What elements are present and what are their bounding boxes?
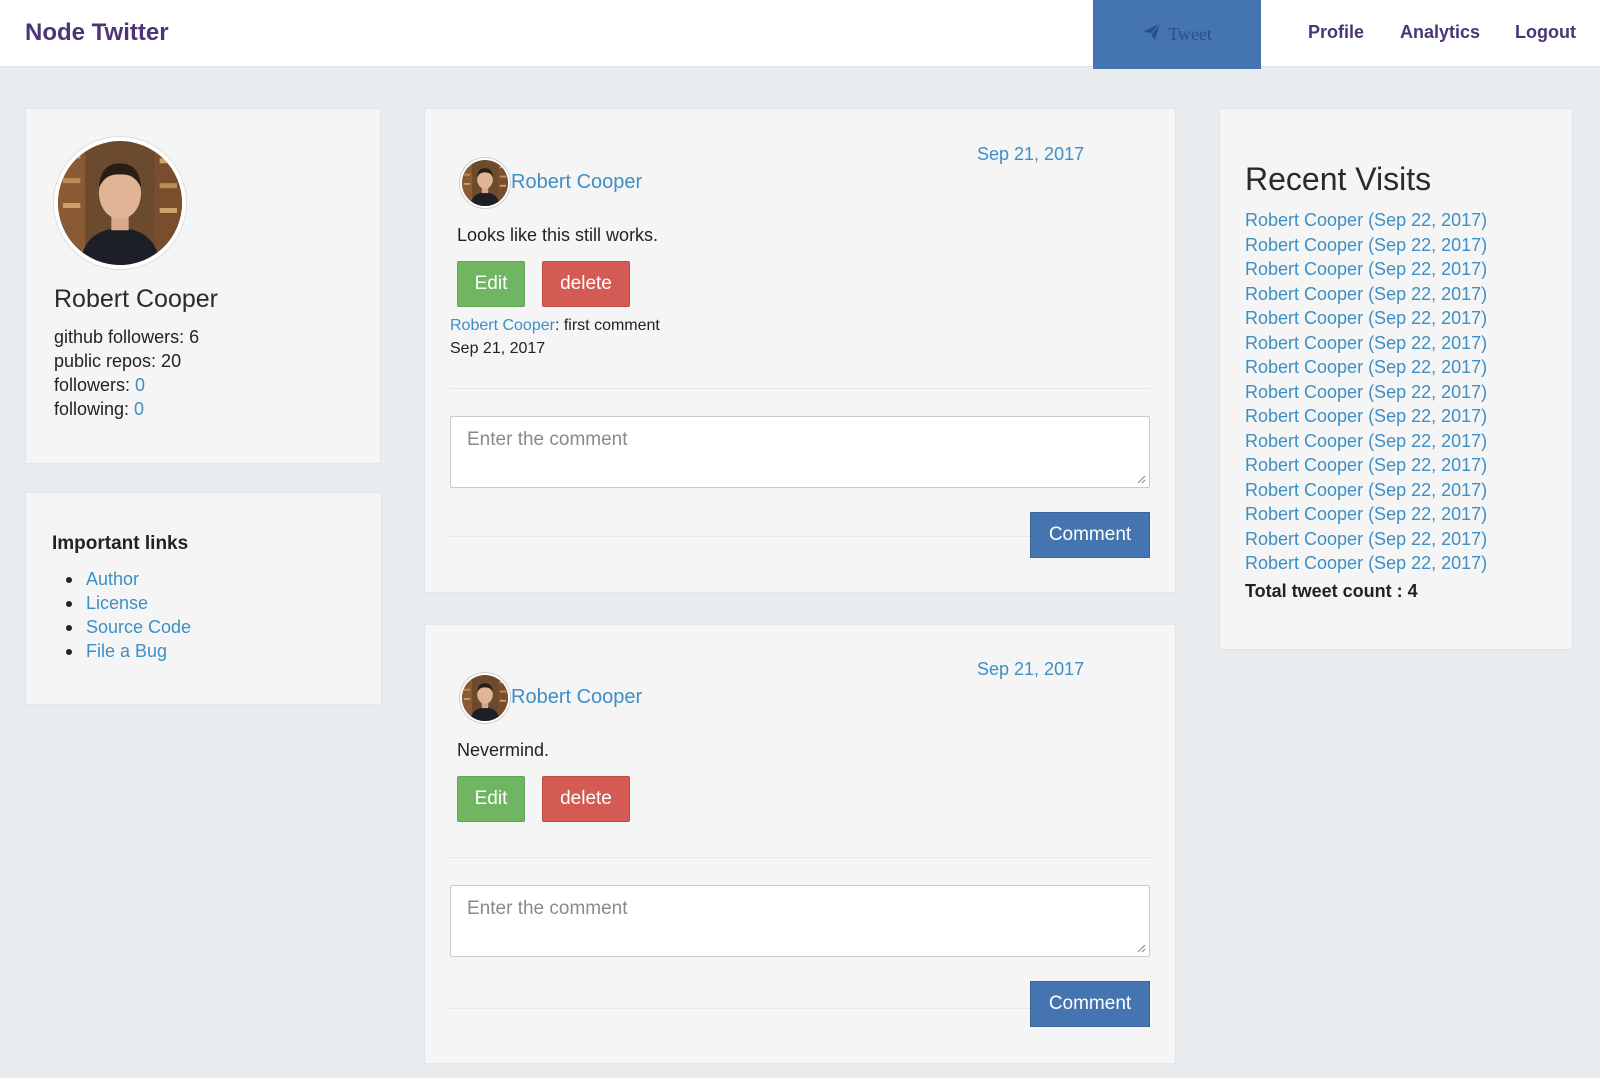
list-item: File a Bug: [65, 639, 191, 663]
recent-visit-link[interactable]: Robert Cooper (Sep 22, 2017): [1245, 453, 1487, 478]
tweet-button-label: Tweet: [1168, 24, 1212, 44]
nav-analytics-link[interactable]: Analytics: [1400, 22, 1480, 43]
tweet-text: Nevermind.: [457, 740, 550, 760]
tweet-card: Sep 21, 2017 Robert Cooper Nevermind. Ed…: [424, 624, 1176, 1064]
tweet-author-avatar: [460, 158, 510, 208]
source-code-link[interactable]: Source Code: [86, 617, 191, 637]
tweet-card: Sep 21, 2017 Robert Cooper Looks like th…: [424, 108, 1176, 593]
resize-grip-icon[interactable]: [1136, 474, 1146, 484]
profile-card: Robert Cooper github followers: 6 public…: [25, 108, 381, 464]
recent-visit-link[interactable]: Robert Cooper (Sep 22, 2017): [1245, 257, 1487, 282]
following-label: following:: [54, 399, 135, 419]
file-a-bug-link[interactable]: File a Bug: [86, 641, 167, 661]
list-item: Author: [65, 567, 191, 591]
license-link[interactable]: License: [86, 593, 148, 613]
comment-author-link[interactable]: Robert Cooper: [450, 317, 555, 334]
comment-button[interactable]: Comment: [1030, 981, 1150, 1027]
followers-stat: followers: 0: [54, 375, 145, 396]
list-item: License: [65, 591, 191, 615]
list-item: Source Code: [65, 615, 191, 639]
delete-button[interactable]: delete: [542, 776, 630, 822]
delete-button[interactable]: delete: [542, 261, 630, 307]
recent-visit-link[interactable]: Robert Cooper (Sep 22, 2017): [1245, 502, 1487, 527]
recent-visit-link[interactable]: Robert Cooper (Sep 22, 2017): [1245, 380, 1487, 405]
edit-button[interactable]: Edit: [457, 261, 525, 307]
recent-visit-link[interactable]: Robert Cooper (Sep 22, 2017): [1245, 478, 1487, 503]
nav-profile-link[interactable]: Profile: [1308, 22, 1364, 43]
total-tweet-count: Total tweet count : 4: [1245, 581, 1418, 601]
recent-visit-link[interactable]: Robert Cooper (Sep 22, 2017): [1245, 404, 1487, 429]
resize-grip-icon[interactable]: [1136, 943, 1146, 953]
recent-visit-link[interactable]: Robert Cooper (Sep 22, 2017): [1245, 208, 1487, 233]
recent-visits-title: Recent Visits: [1245, 161, 1432, 197]
recent-visit-link[interactable]: Robert Cooper (Sep 22, 2017): [1245, 429, 1487, 454]
recent-visits-card: Recent Visits Robert Cooper (Sep 22, 201…: [1219, 108, 1573, 650]
tweet-author-link[interactable]: Robert Cooper: [511, 171, 642, 194]
tweet-author-link[interactable]: Robert Cooper: [511, 686, 642, 709]
tweet-author-avatar: [460, 673, 510, 723]
tweet-button[interactable]: Tweet: [1093, 0, 1261, 69]
comment-input[interactable]: [451, 886, 1149, 956]
comment-input[interactable]: [451, 417, 1149, 487]
recent-visit-link[interactable]: Robert Cooper (Sep 22, 2017): [1245, 551, 1487, 576]
author-link[interactable]: Author: [86, 569, 139, 589]
comment-input-box: [450, 416, 1150, 488]
following-stat: following: 0: [54, 399, 144, 420]
comment-input-box: [450, 885, 1150, 957]
divider: [450, 388, 1150, 389]
comment-text: : first comment: [554, 317, 660, 334]
recent-visit-link[interactable]: Robert Cooper (Sep 22, 2017): [1245, 306, 1487, 331]
public-repos-stat: public repos: 20: [54, 351, 182, 371]
nav-logout-link[interactable]: Logout: [1515, 22, 1576, 43]
recent-visit-link[interactable]: Robert Cooper (Sep 22, 2017): [1245, 331, 1487, 356]
followers-label: followers:: [54, 375, 136, 395]
following-count-link[interactable]: 0: [134, 399, 144, 419]
important-links-title: Important links: [52, 533, 189, 554]
comment-button[interactable]: Comment: [1030, 512, 1150, 558]
tweet-text: Looks like this still works.: [457, 225, 659, 245]
divider: [450, 857, 1150, 858]
tweet-date: Sep 21, 2017: [977, 144, 1085, 164]
tweet-date: Sep 21, 2017: [977, 659, 1085, 679]
profile-avatar: [54, 137, 186, 269]
recent-visits-list: Robert Cooper (Sep 22, 2017) Robert Coop…: [1245, 208, 1487, 576]
top-navbar: Node Twitter Tweet Profile Analytics Log…: [0, 0, 1600, 69]
recent-visit-link[interactable]: Robert Cooper (Sep 22, 2017): [1245, 355, 1487, 380]
brand-logo[interactable]: Node Twitter: [25, 19, 169, 47]
recent-visit-link[interactable]: Robert Cooper (Sep 22, 2017): [1245, 282, 1487, 307]
profile-name: Robert Cooper: [54, 285, 218, 313]
comment-date: Sep 21, 2017: [450, 340, 546, 357]
edit-button[interactable]: Edit: [457, 776, 525, 822]
important-links-list: Author License Source Code File a Bug: [65, 567, 191, 663]
github-followers-stat: github followers: 6: [54, 327, 200, 347]
recent-visit-link[interactable]: Robert Cooper (Sep 22, 2017): [1245, 527, 1487, 552]
recent-visit-link[interactable]: Robert Cooper (Sep 22, 2017): [1245, 233, 1487, 258]
comment-line: Robert Cooper: first comment: [450, 317, 660, 335]
followers-count-link[interactable]: 0: [135, 375, 145, 395]
important-links-card: Important links Author License Source Co…: [25, 492, 382, 705]
paper-plane-icon: [1142, 22, 1162, 47]
